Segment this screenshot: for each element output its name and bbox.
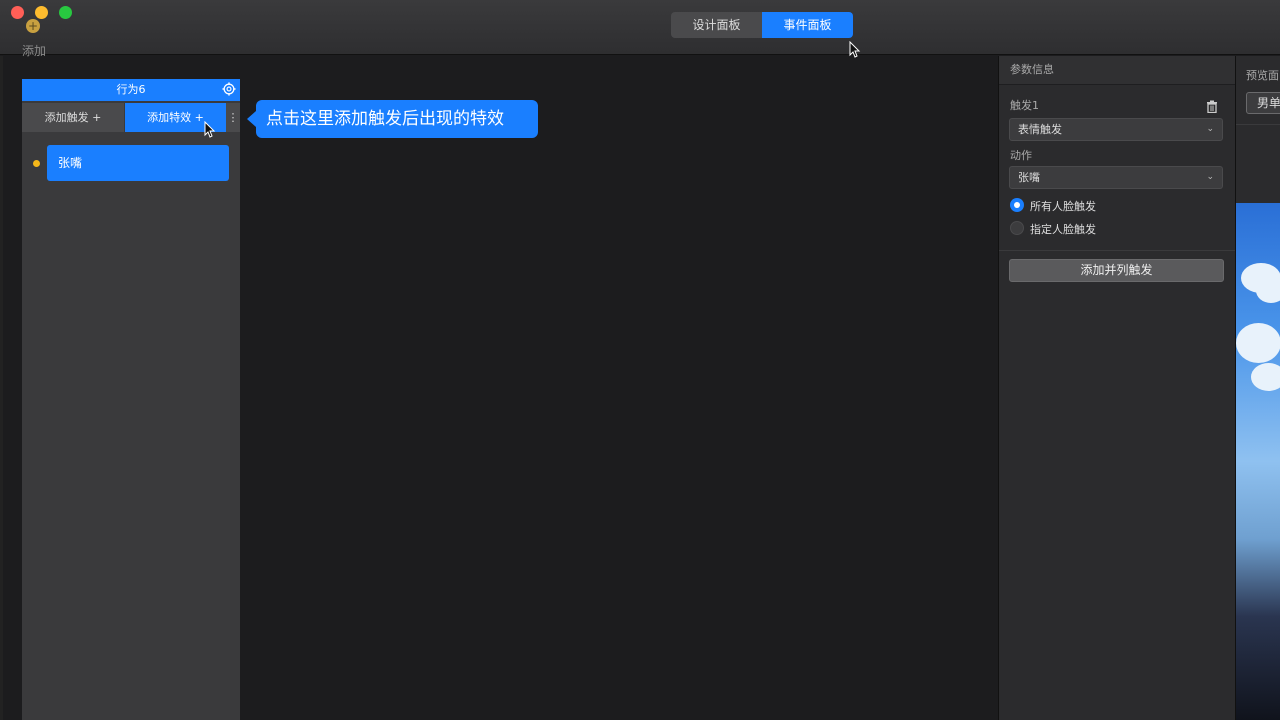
mouse-cursor-icon [204,121,216,138]
tab-design-panel[interactable]: 设计面板 [671,12,762,38]
behavior-header: 行为6 [22,79,240,101]
chevron-down-icon: ⌄ [1206,124,1214,134]
behavior-title: 行为6 [116,83,146,96]
preview-model-button[interactable]: 男单 [1246,92,1280,114]
params-panel: 参数信息 触发1 表情触发 ⌄ 动作 张嘴 ⌄ 所有人脸触发 指定人脸触发 添加… [998,56,1235,720]
action-select[interactable]: 张嘴 ⌄ [1009,166,1223,189]
panel-switcher: 设计面板 事件面板 [671,12,853,38]
behavior-panel: 行为6 添加触发 + 添加特效 + ⋮ 张嘴 [22,79,240,720]
radio-specific-face[interactable] [1010,221,1024,235]
mouse-cursor-icon [849,41,861,58]
gear-icon[interactable] [222,82,236,96]
divider [999,250,1235,251]
radio-specific-face-label: 指定人脸触发 [1030,223,1096,236]
preview-header: 预览面 [1246,69,1279,82]
add-parallel-trigger-button[interactable]: 添加并列触发 [1009,259,1224,282]
divider [1236,124,1280,125]
plus-circle-icon: + [26,19,40,33]
preview-image [1236,203,1280,720]
preview-panel: 预览面 男单 [1235,56,1280,720]
action-value: 张嘴 [1018,171,1040,184]
tab-event-panel[interactable]: 事件面板 [762,12,853,38]
left-edge [0,56,3,720]
trash-icon[interactable] [1206,100,1218,113]
more-options-icon[interactable]: ⋮ [226,103,240,132]
title-bar: + 添加 设计面板 事件面板 [0,0,1280,58]
trigger-label: 触发1 [1010,99,1039,112]
trigger-type-select[interactable]: 表情触发 ⌄ [1009,118,1223,141]
radio-all-faces-label: 所有人脸触发 [1030,200,1096,213]
status-dot [33,160,40,167]
hint-tooltip: 点击这里添加触发后出现的特效 [247,100,538,138]
trigger-type-value: 表情触发 [1018,123,1062,136]
radio-all-faces[interactable] [1010,198,1024,212]
chevron-down-icon: ⌄ [1206,172,1214,182]
zoom-window-button[interactable] [59,6,72,19]
add-toolbar-button[interactable]: + 添加 [10,6,56,58]
behavior-item-open-mouth[interactable]: 张嘴 [47,145,229,181]
add-trigger-tab[interactable]: 添加触发 + [22,103,124,132]
action-label: 动作 [1010,149,1032,162]
add-toolbar-label: 添加 [22,44,47,58]
params-header: 参数信息 [999,56,1235,85]
